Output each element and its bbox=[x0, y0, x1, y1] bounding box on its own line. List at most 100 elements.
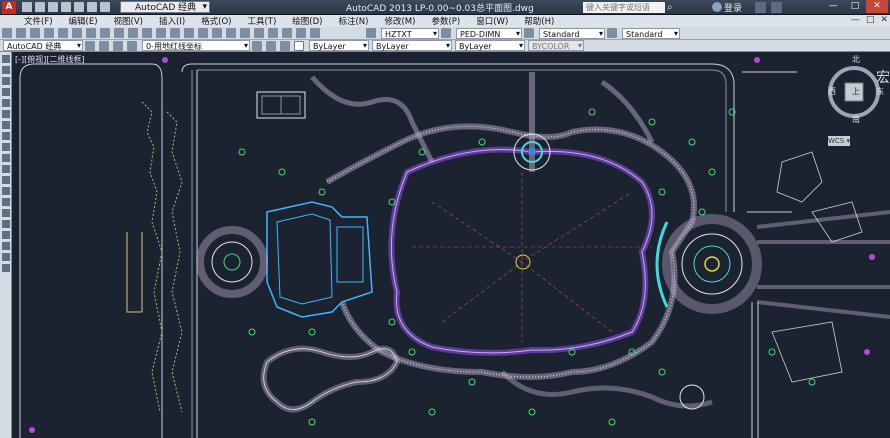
markup-icon[interactable] bbox=[282, 28, 292, 38]
drawing-canvas[interactable]: [-][俯视][二维线框] 北 西 东 南 上 WCS ▾ 宏 bbox=[12, 52, 890, 438]
tool-palettes-icon[interactable] bbox=[254, 28, 264, 38]
open-icon[interactable] bbox=[16, 28, 26, 38]
menu-window[interactable]: 窗口(W) bbox=[468, 15, 516, 27]
region-icon[interactable] bbox=[2, 231, 10, 239]
make-current-icon[interactable] bbox=[252, 40, 262, 51]
ellipse-arc-icon[interactable] bbox=[2, 165, 10, 173]
redo-icon[interactable] bbox=[100, 2, 110, 12]
menu-view[interactable]: 视图(V) bbox=[106, 15, 151, 27]
lineweight-select[interactable]: ByLayer bbox=[455, 40, 525, 51]
help-icon[interactable] bbox=[771, 2, 782, 13]
zoom-previous-icon[interactable] bbox=[212, 28, 222, 38]
doc-minimize-button[interactable]: — bbox=[851, 15, 860, 25]
viewcube-top-face[interactable]: 上 bbox=[852, 86, 860, 97]
circle-icon[interactable] bbox=[2, 121, 10, 129]
publish-icon[interactable] bbox=[72, 28, 82, 38]
new-icon[interactable] bbox=[2, 28, 12, 38]
undo-icon[interactable] bbox=[142, 28, 152, 38]
compass-north[interactable]: 北 bbox=[852, 54, 860, 65]
autocad-logo-icon[interactable]: A bbox=[2, 0, 16, 14]
saveas-icon[interactable] bbox=[61, 2, 71, 12]
search-icon[interactable]: ⌕ bbox=[667, 2, 678, 13]
menu-help[interactable]: 帮助(H) bbox=[516, 15, 562, 27]
dim-style-select[interactable]: PED-DIMN bbox=[456, 27, 522, 39]
viewport-label[interactable]: [-][俯视][二维线框] bbox=[15, 54, 85, 65]
layer-properties-icon[interactable] bbox=[99, 40, 109, 51]
sheet-set-icon[interactable] bbox=[268, 28, 278, 38]
ellipse-icon[interactable] bbox=[2, 154, 10, 162]
layer-freeze-icon[interactable] bbox=[127, 40, 137, 51]
menu-file[interactable]: 文件(F) bbox=[0, 15, 61, 27]
table-icon[interactable] bbox=[2, 242, 10, 250]
insert-block-icon[interactable] bbox=[2, 176, 10, 184]
maximize-button[interactable]: □ bbox=[844, 0, 866, 13]
gradient-icon[interactable] bbox=[2, 220, 10, 228]
user-icon[interactable] bbox=[712, 2, 722, 12]
redo-icon[interactable] bbox=[156, 28, 166, 38]
polyline-icon[interactable] bbox=[2, 77, 10, 85]
construction-line-icon[interactable] bbox=[2, 66, 10, 74]
polygon-icon[interactable] bbox=[2, 88, 10, 96]
arc-icon[interactable] bbox=[2, 110, 10, 118]
add-selected-icon[interactable] bbox=[2, 264, 10, 272]
minimize-button[interactable]: — bbox=[822, 0, 844, 13]
table-style-select[interactable]: Standard bbox=[539, 27, 605, 39]
mleader-style-select[interactable]: Standard bbox=[622, 27, 680, 39]
line-icon[interactable] bbox=[2, 55, 10, 63]
workspace-select[interactable]: AutoCAD 经典 bbox=[120, 1, 210, 13]
pan-icon[interactable] bbox=[170, 28, 180, 38]
paste-icon[interactable] bbox=[114, 28, 124, 38]
layer-select[interactable]: 0-用地红线坐标 bbox=[142, 40, 250, 51]
layer-on-icon[interactable] bbox=[113, 40, 123, 51]
text-style-select[interactable]: HZTXT bbox=[381, 27, 439, 39]
cut-icon[interactable] bbox=[86, 28, 96, 38]
search-input[interactable]: 键入关键字或短语 bbox=[583, 2, 665, 13]
plot-icon[interactable] bbox=[74, 2, 84, 12]
workspace-settings-icon[interactable] bbox=[85, 40, 95, 51]
save-icon[interactable] bbox=[48, 2, 58, 12]
compass-south[interactable]: 南 bbox=[852, 114, 860, 125]
plot-icon[interactable] bbox=[44, 28, 54, 38]
help-icon[interactable] bbox=[310, 28, 320, 38]
properties-icon[interactable] bbox=[226, 28, 236, 38]
wcs-menu[interactable]: WCS ▾ bbox=[828, 136, 850, 146]
open-icon[interactable] bbox=[35, 2, 45, 12]
workspace-select-2[interactable]: AutoCAD 经典 bbox=[3, 40, 83, 51]
match-icon[interactable] bbox=[128, 28, 138, 38]
zoom-window-icon[interactable] bbox=[198, 28, 208, 38]
menu-insert[interactable]: 插入(I) bbox=[151, 15, 193, 27]
layer-previous-icon[interactable] bbox=[266, 40, 276, 51]
linetype-select[interactable]: ByLayer bbox=[372, 40, 452, 51]
undo-icon[interactable] bbox=[87, 2, 97, 12]
spline-icon[interactable] bbox=[2, 143, 10, 151]
preview-icon[interactable] bbox=[58, 28, 68, 38]
exchange-icon[interactable] bbox=[755, 2, 766, 13]
compass-west[interactable]: 西 bbox=[828, 86, 836, 97]
menu-draw[interactable]: 绘图(D) bbox=[284, 15, 330, 27]
calculator-icon[interactable] bbox=[296, 28, 306, 38]
layer-state-icon[interactable] bbox=[280, 40, 290, 51]
menu-tools[interactable]: 工具(T) bbox=[239, 15, 284, 27]
save-icon[interactable] bbox=[30, 28, 40, 38]
revision-cloud-icon[interactable] bbox=[2, 132, 10, 140]
new-icon[interactable] bbox=[22, 2, 32, 12]
doc-close-button[interactable]: ✕ bbox=[880, 15, 888, 25]
viewcube[interactable] bbox=[824, 58, 884, 138]
rectangle-icon[interactable] bbox=[2, 99, 10, 107]
hatch-icon[interactable] bbox=[2, 209, 10, 217]
compass-east[interactable]: 东 bbox=[876, 86, 884, 97]
close-button[interactable]: ✕ bbox=[866, 0, 888, 13]
zoom-realtime-icon[interactable] bbox=[184, 28, 194, 38]
design-center-icon[interactable] bbox=[240, 28, 250, 38]
doc-maximize-button[interactable]: □ bbox=[866, 15, 875, 25]
point-icon[interactable] bbox=[2, 198, 10, 206]
plotstyle-select[interactable]: BYCOLOR bbox=[528, 40, 584, 51]
mtext-icon[interactable] bbox=[2, 253, 10, 261]
menu-dimension[interactable]: 标注(N) bbox=[330, 15, 376, 27]
copy-icon[interactable] bbox=[100, 28, 110, 38]
menu-parametric[interactable]: 参数(P) bbox=[423, 15, 468, 27]
menu-modify[interactable]: 修改(M) bbox=[376, 15, 423, 27]
color-select[interactable]: ByLayer bbox=[309, 40, 369, 51]
menu-format[interactable]: 格式(O) bbox=[193, 15, 239, 27]
make-block-icon[interactable] bbox=[2, 187, 10, 195]
